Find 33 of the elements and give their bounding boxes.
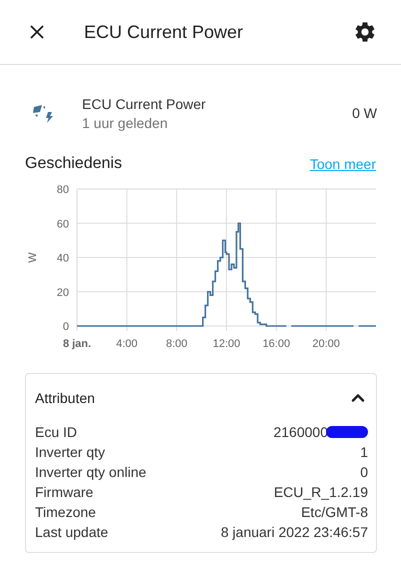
attributes-title: Attributen xyxy=(35,390,95,406)
entity-name: ECU Current Power xyxy=(82,96,207,112)
attribute-value: 2160000 xyxy=(273,424,328,440)
entity-state: 0 W xyxy=(352,105,377,121)
attribute-value: 8 januari 2022 23:46:57 xyxy=(220,524,368,540)
dialog-title: ECU Current Power xyxy=(84,22,244,42)
attribute-value: 1 xyxy=(360,444,368,460)
x-tick-label: 8 jan. xyxy=(62,338,92,350)
x-tick-label: 20:00 xyxy=(312,338,340,350)
attribute-label: Ecu ID xyxy=(35,424,78,440)
last-changed: 1 uur geleden xyxy=(82,114,169,130)
attribute-label: Timezone xyxy=(35,504,96,520)
show-more-link[interactable]: Toon meer xyxy=(310,156,376,172)
y-tick-label: 60 xyxy=(56,218,69,230)
attribute-label: Last update xyxy=(35,524,108,540)
settings-icon xyxy=(353,20,377,44)
x-tick-label: 16:00 xyxy=(262,338,290,350)
x-tick-label: 4:00 xyxy=(116,338,138,350)
attribute-label: Inverter qty online xyxy=(35,464,146,480)
attribute-value: Etc/GMT-8 xyxy=(301,504,368,520)
attribute-label: Inverter qty xyxy=(35,444,106,460)
y-tick-label: 20 xyxy=(56,286,69,299)
attribute-value: 0 xyxy=(360,464,368,480)
y-tick-label: 80 xyxy=(56,184,69,196)
y-axis-label: W xyxy=(27,252,39,263)
y-tick-label: 40 xyxy=(56,252,69,264)
y-tick-label: 0 xyxy=(62,321,69,333)
history-title: Geschiedenis xyxy=(25,155,122,173)
attribute-value: ECU_R_1.2.19 xyxy=(274,484,368,500)
x-tick-label: 12:00 xyxy=(212,338,240,350)
x-tick-label: 8:00 xyxy=(166,338,188,350)
settings-button[interactable] xyxy=(353,20,377,44)
attribute-label: Firmware xyxy=(35,484,94,500)
